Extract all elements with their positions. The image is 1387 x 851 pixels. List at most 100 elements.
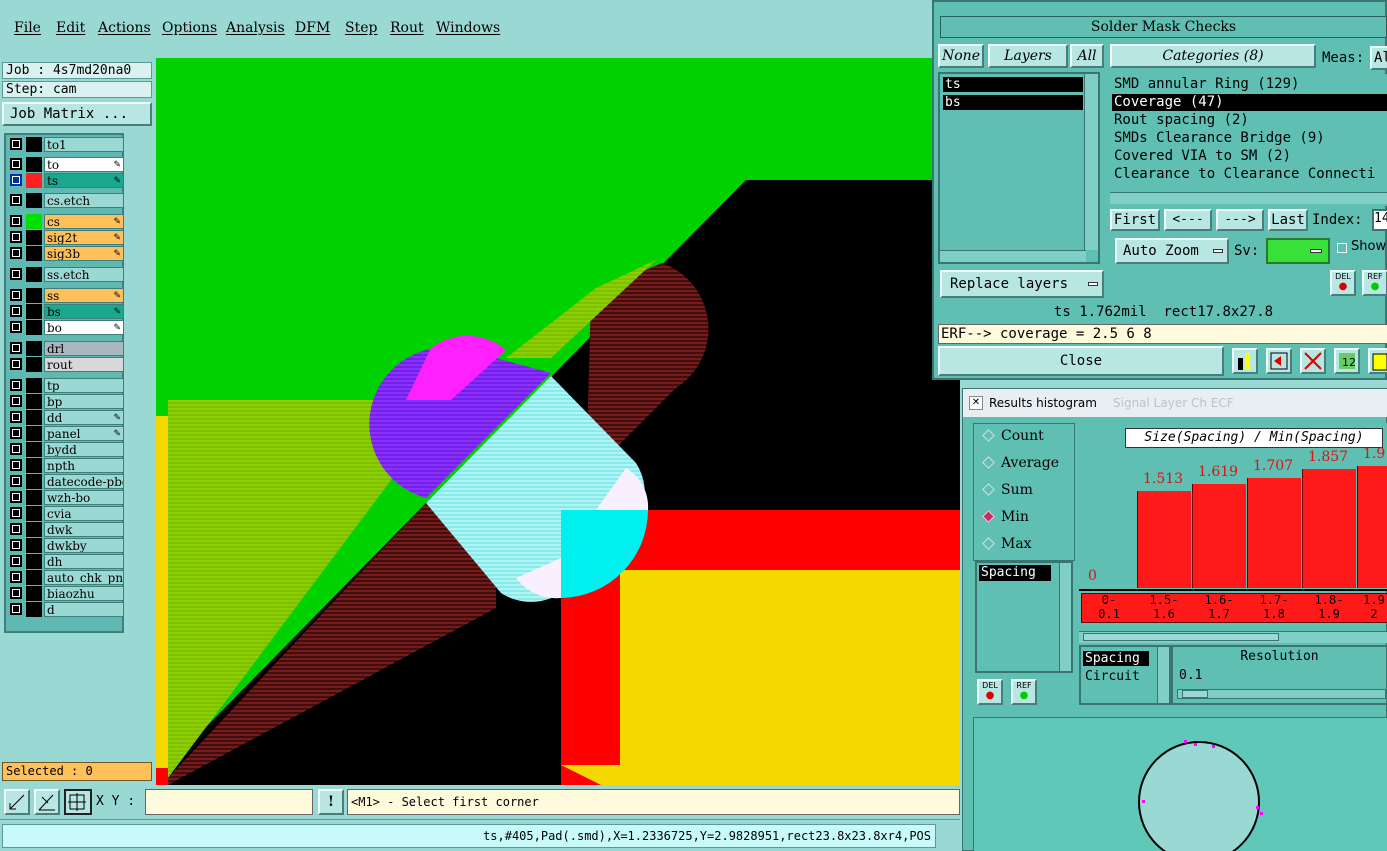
layer-color-swatch[interactable]: [26, 522, 42, 537]
layer-visibility-checkbox[interactable]: [10, 427, 22, 439]
layer-item-ts[interactable]: ts: [943, 77, 1083, 92]
layer-name[interactable]: wzh-bo: [44, 490, 124, 505]
layer-row-sig2t[interactable]: sig2t ✎: [8, 230, 124, 245]
layer-name[interactable]: sig2t ✎: [44, 230, 124, 245]
prev-button[interactable]: <---: [1164, 209, 1212, 231]
layer-name[interactable]: datecode-pbo: [44, 474, 124, 489]
tool-button-1[interactable]: [1232, 348, 1258, 374]
measure-tool[interactable]: [34, 789, 60, 815]
layer-name[interactable]: dwkby: [44, 538, 124, 553]
layer-color-swatch[interactable]: [26, 246, 42, 261]
layer-visibility-checkbox[interactable]: [10, 289, 22, 301]
histogram-bar[interactable]: [1192, 484, 1246, 588]
layer-name[interactable]: to1: [44, 137, 124, 152]
chart-scroll-thumb[interactable]: [1083, 633, 1279, 641]
layer-name[interactable]: d: [44, 602, 124, 617]
severity-select[interactable]: [1266, 238, 1330, 264]
layer-item-bs[interactable]: bs: [943, 95, 1083, 110]
layer-row-bs[interactable]: bs ✎: [8, 304, 124, 319]
layer-color-swatch[interactable]: [26, 214, 42, 229]
layer-row-npth[interactable]: npth: [8, 458, 124, 473]
layer-name[interactable]: bydd: [44, 442, 124, 457]
layer-row-wzh-bo[interactable]: wzh-bo: [8, 490, 124, 505]
zoom-out-tool[interactable]: [4, 789, 30, 815]
layer-visibility-checkbox[interactable]: [10, 305, 22, 317]
tool-button-2[interactable]: [1266, 348, 1292, 374]
group-item-spacing[interactable]: Spacing: [1083, 651, 1149, 666]
layer-color-swatch[interactable]: [26, 137, 42, 152]
layer-row-bydd[interactable]: bydd: [8, 442, 124, 457]
layer-row-biaozhu[interactable]: biaozhu: [8, 586, 124, 601]
layer-visibility-checkbox[interactable]: [10, 379, 22, 391]
menu-analysis[interactable]: Analysis: [226, 20, 285, 36]
layer-row-d[interactable]: d: [8, 602, 124, 617]
layer-color-swatch[interactable]: [26, 410, 42, 425]
layer-color-swatch[interactable]: [26, 378, 42, 393]
layer-color-swatch[interactable]: [26, 230, 42, 245]
menu-options[interactable]: Options: [162, 20, 217, 36]
layer-color-swatch[interactable]: [26, 602, 42, 617]
layer-color-swatch[interactable]: [26, 341, 42, 356]
layer-row-drl[interactable]: drl: [8, 341, 124, 356]
layer-color-swatch[interactable]: [26, 288, 42, 303]
graphics-canvas[interactable]: [156, 58, 960, 785]
job-matrix-button[interactable]: Job Matrix ...: [2, 102, 152, 126]
histogram-bar[interactable]: [1302, 469, 1356, 588]
layer-visibility-checkbox[interactable]: [10, 342, 22, 354]
layer-name[interactable]: npth: [44, 458, 124, 473]
layer-color-swatch[interactable]: [26, 506, 42, 521]
layer-visibility-checkbox[interactable]: [10, 321, 22, 333]
layer-visibility-checkbox[interactable]: [10, 539, 22, 551]
layer-row-to1[interactable]: to1: [8, 137, 124, 152]
layer-row-tp[interactable]: tp: [8, 378, 124, 393]
layer-color-swatch[interactable]: [26, 320, 42, 335]
layer-row-dd[interactable]: dd ✎: [8, 410, 124, 425]
layer-visibility-checkbox[interactable]: [10, 443, 22, 455]
layer-name[interactable]: bs ✎: [44, 304, 124, 319]
layer-row-dwk[interactable]: dwk: [8, 522, 124, 537]
menu-edit[interactable]: Edit: [56, 20, 85, 36]
menu-step[interactable]: Step: [345, 20, 377, 36]
menu-dfm[interactable]: DFM: [295, 20, 330, 36]
layer-name[interactable]: dh: [44, 554, 124, 569]
layer-color-swatch[interactable]: [26, 458, 42, 473]
none-button[interactable]: None: [938, 44, 984, 68]
layer-color-swatch[interactable]: [26, 193, 42, 208]
layer-color-swatch[interactable]: [26, 357, 42, 372]
grid-snap-tool[interactable]: [64, 789, 92, 815]
layer-color-swatch[interactable]: [26, 267, 42, 282]
category-hscrollbar[interactable]: [1110, 192, 1387, 204]
layer-visibility-checkbox[interactable]: [10, 215, 22, 227]
layer-name[interactable]: drl: [44, 341, 124, 356]
layer-color-swatch[interactable]: [26, 426, 42, 441]
layer-row-ts[interactable]: ts ✎: [8, 173, 124, 188]
meas-select[interactable]: Al: [1370, 46, 1387, 70]
field-item-spacing[interactable]: Spacing: [979, 565, 1051, 581]
option-sum[interactable]: Sum: [982, 482, 1033, 498]
resolution-slider-thumb[interactable]: [1182, 690, 1208, 698]
option-max[interactable]: Max: [982, 536, 1032, 552]
layer-visibility-checkbox[interactable]: [10, 459, 22, 471]
replace-layers-select[interactable]: Replace layers: [940, 270, 1104, 298]
layer-color-swatch[interactable]: [26, 442, 42, 457]
category-item[interactable]: Clearance to Clearance Connecti: [1112, 166, 1387, 183]
layer-row-dh[interactable]: dh: [8, 554, 124, 569]
layer-row-bp[interactable]: bp: [8, 394, 124, 409]
tool-button-5[interactable]: [1368, 348, 1387, 374]
layer-row-sig3b[interactable]: sig3b ✎: [8, 246, 124, 261]
layer-visibility-checkbox[interactable]: [10, 231, 22, 243]
group-item-circuit[interactable]: Circuit: [1083, 669, 1159, 684]
hist-del-button[interactable]: DEL ●: [977, 679, 1003, 705]
layer-name[interactable]: to ✎: [44, 157, 124, 172]
categories-button[interactable]: Categories (8): [1110, 44, 1316, 68]
layer-name[interactable]: bp: [44, 394, 124, 409]
layer-name[interactable]: rout: [44, 357, 124, 372]
category-item[interactable]: SMD annular Ring (129): [1112, 76, 1387, 93]
layer-list-scrollbar[interactable]: [1084, 74, 1098, 250]
layer-name[interactable]: biaozhu: [44, 586, 124, 601]
layer-color-swatch[interactable]: [26, 586, 42, 601]
layer-visibility-checkbox[interactable]: [10, 138, 22, 150]
layer-visibility-checkbox[interactable]: [10, 247, 22, 259]
layer-visibility-checkbox[interactable]: [10, 587, 22, 599]
layer-row-rout[interactable]: rout: [8, 357, 124, 372]
